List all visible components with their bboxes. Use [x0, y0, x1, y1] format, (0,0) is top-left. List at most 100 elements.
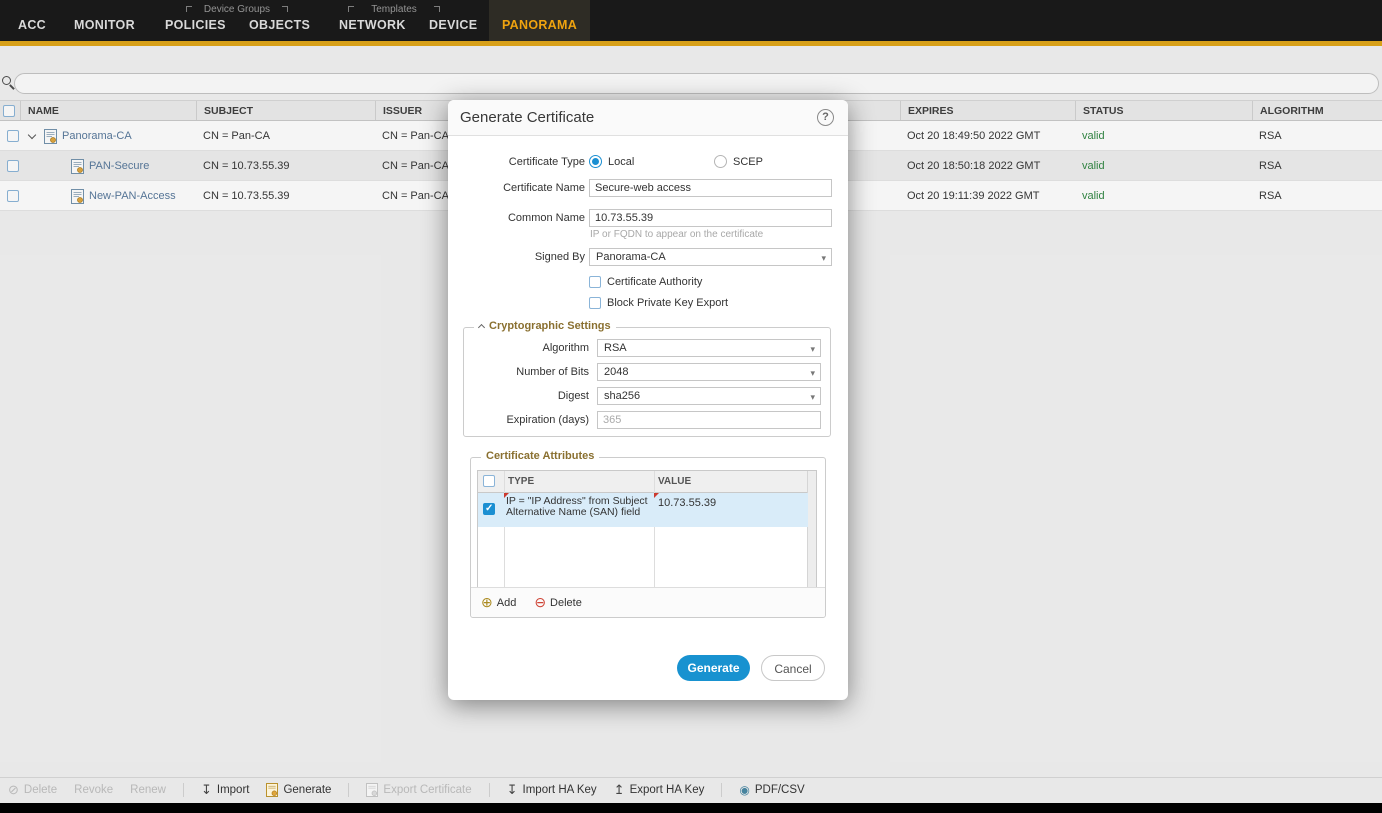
delete-label: Delete	[24, 784, 57, 796]
attributes-actions-bar: ⊕ Add ⊖ Delete	[471, 587, 825, 617]
cryptographic-settings-title[interactable]: Cryptographic Settings	[474, 320, 616, 332]
attributes-value-header[interactable]: VALUE	[658, 471, 691, 493]
generate-toolbar-button[interactable]: Generate	[266, 783, 331, 797]
digest-select[interactable]: sha256 ▾	[597, 387, 821, 405]
delete-button: ⊘ Delete	[8, 782, 57, 798]
certificate-name-label: Certificate Name	[448, 178, 585, 198]
attributes-table: TYPE VALUE IP = "IP Address" from Subjec…	[477, 470, 817, 589]
column-divider	[504, 471, 505, 588]
chevron-down-icon: ▾	[810, 365, 815, 381]
toolbar-divider	[721, 783, 722, 797]
generate-certificate-dialog: Generate Certificate ? Certificate Type …	[448, 100, 848, 700]
renew-button: Renew	[130, 784, 166, 796]
scep-radio[interactable]	[714, 155, 727, 168]
tab-policies[interactable]: POLICIES	[153, 18, 238, 41]
add-label: Add	[497, 597, 517, 609]
tab-monitor[interactable]: MONITOR	[62, 18, 147, 41]
chevron-down-icon: ▾	[810, 341, 815, 357]
export-certificate-icon	[366, 783, 378, 797]
digest-row: Digest sha256 ▾	[464, 386, 830, 406]
local-radio[interactable]	[589, 155, 602, 168]
number-of-bits-select[interactable]: 2048 ▾	[597, 363, 821, 381]
common-name-input[interactable]	[589, 209, 832, 227]
chevron-down-icon: ▾	[821, 250, 826, 266]
certificate-authority-row: Certificate Authority	[589, 274, 702, 290]
bottom-toolbar: ⊘ Delete Revoke Renew ↧ Import Generate …	[0, 777, 1382, 802]
tab-panorama[interactable]: PANORAMA	[489, 0, 590, 41]
export-ha-key-button[interactable]: ↥ Export HA Key	[614, 782, 705, 798]
algorithm-label: Algorithm	[464, 338, 589, 358]
help-icon[interactable]: ?	[817, 109, 834, 126]
common-name-hint: IP or FQDN to appear on the certificate	[590, 229, 763, 240]
revoke-button: Revoke	[74, 784, 113, 796]
attribute-row[interactable]: IP = "IP Address" from Subject Alternati…	[478, 493, 808, 527]
signed-by-row: Signed By Panorama-CA ▾	[448, 247, 848, 267]
pdf-csv-label: PDF/CSV	[755, 784, 805, 796]
bracket-left-icon	[186, 6, 192, 12]
scep-radio-label: SCEP	[733, 152, 763, 172]
renew-label: Renew	[130, 784, 166, 796]
tab-panorama-label: PANORAMA	[502, 18, 577, 41]
attribute-row-checkbox[interactable]	[483, 503, 495, 515]
tab-objects[interactable]: OBJECTS	[237, 18, 322, 41]
certificate-type-label: Certificate Type	[448, 152, 585, 172]
toolbar-divider	[489, 783, 490, 797]
number-of-bits-value: 2048	[604, 366, 628, 378]
toolbar-divider	[348, 783, 349, 797]
pdf-csv-button[interactable]: ◉ PDF/CSV	[739, 783, 804, 797]
attribute-value-cell[interactable]: 10.73.55.39	[658, 497, 716, 509]
export-ha-key-label: Export HA Key	[630, 784, 705, 796]
import-ha-key-label: Import HA Key	[523, 784, 597, 796]
expiration-input[interactable]	[597, 411, 821, 429]
expiration-label: Expiration (days)	[464, 410, 589, 430]
add-icon: ⊕	[481, 594, 493, 611]
local-radio-label: Local	[608, 152, 634, 172]
attributes-header-row: TYPE VALUE	[478, 471, 816, 493]
certificate-attributes-text: Certificate Attributes	[486, 450, 594, 462]
cancel-button[interactable]: Cancel	[761, 655, 825, 681]
add-attribute-button[interactable]: ⊕ Add	[481, 594, 516, 611]
import-ha-key-button[interactable]: ↧ Import HA Key	[507, 782, 597, 798]
attribute-type-cell[interactable]: IP = "IP Address" from Subject Alternati…	[506, 496, 651, 518]
bracket-right-icon	[282, 6, 288, 12]
import-icon: ↧	[201, 782, 212, 798]
certificate-attributes-title: Certificate Attributes	[481, 450, 599, 462]
block-private-key-checkbox[interactable]	[589, 297, 601, 309]
scrollbar-track[interactable]	[807, 471, 816, 588]
delete-label: Delete	[550, 597, 582, 609]
certificate-authority-checkbox[interactable]	[589, 276, 601, 288]
delete-attribute-button[interactable]: ⊖ Delete	[534, 594, 582, 611]
algorithm-value: RSA	[604, 342, 627, 354]
number-of-bits-label: Number of Bits	[464, 362, 589, 382]
import-button[interactable]: ↧ Import	[201, 782, 250, 798]
column-divider	[654, 471, 655, 588]
attributes-type-header[interactable]: TYPE	[508, 471, 534, 493]
pdf-csv-icon: ◉	[739, 783, 749, 797]
generate-button[interactable]: Generate	[677, 655, 750, 681]
tab-network[interactable]: NETWORK	[327, 18, 418, 41]
cryptographic-settings-text: Cryptographic Settings	[489, 320, 611, 332]
dialog-title: Generate Certificate	[460, 109, 594, 126]
signed-by-select[interactable]: Panorama-CA ▾	[589, 248, 832, 266]
minus-icon: ⊖	[534, 594, 546, 611]
algorithm-select[interactable]: RSA ▾	[597, 339, 821, 357]
certificate-name-input[interactable]	[589, 179, 832, 197]
certificate-type-row: Certificate Type Local SCEP	[448, 152, 848, 172]
tab-acc[interactable]: ACC	[6, 18, 58, 41]
delete-icon: ⊘	[8, 782, 19, 798]
attributes-select-all-checkbox[interactable]	[483, 475, 495, 487]
chevron-down-icon: ▾	[810, 389, 815, 405]
algorithm-row: Algorithm RSA ▾	[464, 338, 830, 358]
tab-device[interactable]: DEVICE	[417, 18, 489, 41]
certificate-authority-label: Certificate Authority	[607, 276, 702, 288]
device-groups-text: Device Groups	[204, 4, 270, 15]
top-nav: ACC MONITOR POLICIES OBJECTS NETWORK DEV…	[0, 0, 1382, 41]
bracket-right-icon	[434, 6, 440, 12]
export-certificate-button: Export Certificate	[366, 783, 471, 797]
templates-scope-label: Templates	[348, 5, 440, 14]
common-name-label: Common Name	[448, 208, 585, 228]
bracket-left-icon	[348, 6, 354, 12]
expiration-row: Expiration (days)	[464, 410, 830, 430]
export-certificate-label: Export Certificate	[383, 784, 471, 796]
toolbar-divider	[183, 783, 184, 797]
